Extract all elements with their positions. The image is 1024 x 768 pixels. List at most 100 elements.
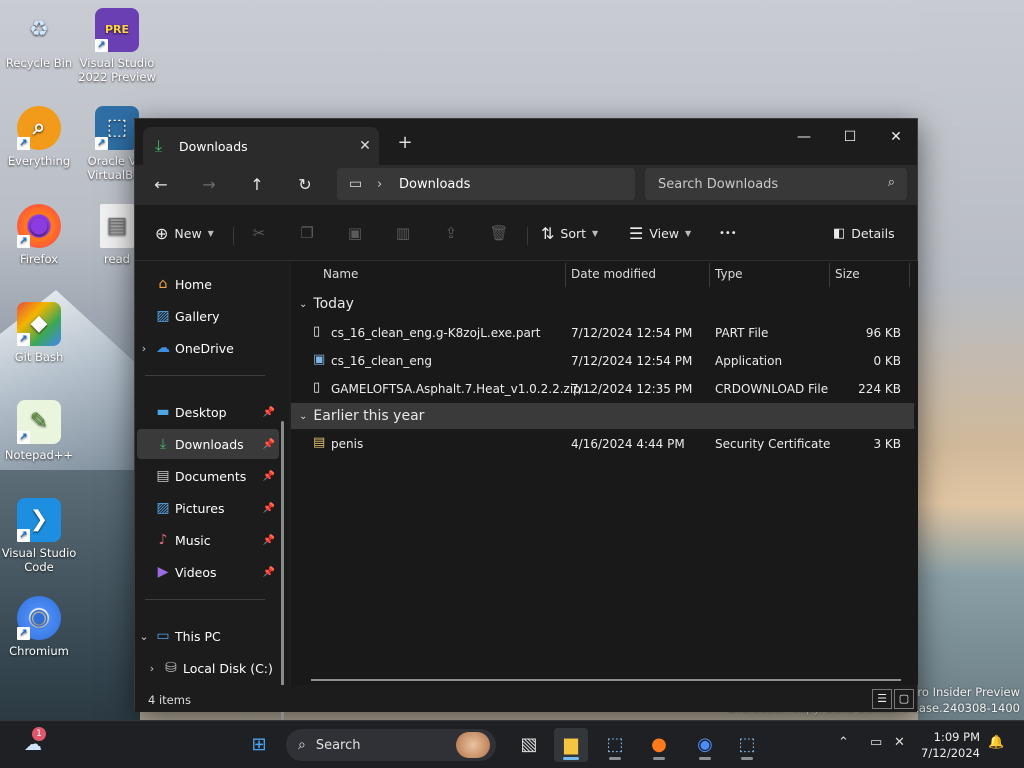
minimize-button[interactable]: — bbox=[781, 123, 827, 151]
search-box[interactable]: ⌕ bbox=[645, 168, 907, 200]
details-view-button[interactable]: ☰ bbox=[872, 689, 892, 709]
sidebar-item-desktop[interactable]: ▬ Desktop 📌 bbox=[137, 397, 279, 427]
network-icon[interactable]: ▭ bbox=[870, 735, 882, 750]
desktop-icon-everything[interactable]: ⌕ ↗ Everything bbox=[0, 106, 78, 168]
sidebar-item-downloads[interactable]: ⤓ Downloads 📌 bbox=[137, 429, 279, 459]
close-window-button[interactable]: ✕ bbox=[873, 123, 919, 151]
taskbar-search[interactable]: ⌕ Search bbox=[286, 729, 496, 761]
file-row[interactable]: ▯ cs_16_clean_eng.g-K8zojL.exe.part 7/12… bbox=[291, 319, 914, 347]
vscode-icon: ❯ ↗ bbox=[17, 498, 61, 542]
desktop-icon-chromium[interactable]: ◉ ↗ Chromium bbox=[0, 596, 78, 658]
column-divider[interactable] bbox=[565, 263, 566, 287]
taskbar-virtualbox[interactable]: ⬚ bbox=[598, 728, 632, 762]
chevron-down-icon[interactable]: ⌄ bbox=[137, 630, 151, 643]
sidebar-item-onedrive[interactable]: › ☁ OneDrive bbox=[137, 333, 279, 363]
details-pane-icon: ◧ bbox=[833, 225, 846, 241]
pin-icon[interactable]: 📌 bbox=[263, 503, 275, 514]
pin-icon[interactable]: 📌 bbox=[263, 567, 275, 578]
more-options-button[interactable]: ••• bbox=[719, 219, 737, 247]
close-tab-button[interactable]: ✕ bbox=[351, 138, 379, 154]
file-row[interactable]: ▣ cs_16_clean_eng 7/12/2024 12:54 PM App… bbox=[291, 347, 914, 375]
breadcrumb-downloads[interactable]: Downloads bbox=[399, 177, 470, 192]
sidebar-item-videos[interactable]: ▶ Videos 📌 bbox=[137, 557, 279, 587]
everything-icon: ⌕ ↗ bbox=[17, 106, 61, 150]
forward-button[interactable]: → bbox=[193, 169, 225, 201]
column-date-modified[interactable]: Date modified bbox=[571, 267, 656, 281]
refresh-button[interactable]: ↻ bbox=[289, 169, 321, 201]
desktop-icon-visual-studio[interactable]: PRE ↗ Visual Studio 2022 Preview bbox=[78, 8, 156, 84]
column-divider[interactable] bbox=[909, 263, 910, 287]
title-bar[interactable]: ⤓ Downloads ✕ + — ☐ ✕ bbox=[135, 119, 917, 165]
videos-icon: ▶ bbox=[157, 564, 169, 580]
shortcut-arrow-icon: ↗ bbox=[17, 235, 30, 248]
new-tab-button[interactable]: + bbox=[393, 131, 417, 155]
sidebar-item-pictures[interactable]: ▨ Pictures 📌 bbox=[137, 493, 279, 523]
virtualbox-icon: ⬚ bbox=[606, 734, 624, 755]
up-button[interactable]: ↑ bbox=[241, 169, 273, 201]
sidebar-item-home[interactable]: ⌂ Home bbox=[137, 269, 279, 299]
view-button[interactable]: ☰ View ▼ bbox=[629, 219, 691, 247]
column-divider[interactable] bbox=[709, 263, 710, 287]
desktop-icon-firefox[interactable]: ● ↗ Firefox bbox=[0, 204, 78, 266]
taskbar-virtualbox-vm[interactable]: ⬚ bbox=[730, 728, 764, 762]
horizontal-scrollbar[interactable] bbox=[311, 679, 901, 681]
shortcut-arrow-icon: ↗ bbox=[17, 137, 30, 150]
column-type[interactable]: Type bbox=[715, 267, 743, 281]
start-button[interactable]: ⊞ bbox=[242, 728, 276, 762]
maximize-button[interactable]: ☐ bbox=[827, 123, 873, 151]
rename-button[interactable]: ▥ bbox=[389, 219, 417, 247]
volume-muted-icon[interactable]: ✕ bbox=[894, 735, 905, 750]
desktop-icon-recycle-bin[interactable]: ♻ Recycle Bin bbox=[0, 8, 78, 71]
column-name[interactable]: Name bbox=[323, 267, 358, 281]
chevron-right-icon: › bbox=[377, 176, 383, 192]
pin-icon[interactable]: 📌 bbox=[263, 471, 275, 482]
view-list-icon: ☰ bbox=[629, 223, 644, 243]
taskbar-chromium[interactable]: ◉ bbox=[688, 728, 722, 762]
shortcut-arrow-icon: ↗ bbox=[17, 333, 30, 346]
search-icon: ⌕ bbox=[887, 175, 895, 190]
text-file-icon: ▤ bbox=[100, 204, 134, 248]
sort-button[interactable]: ⇅ Sort ▼ bbox=[541, 219, 598, 247]
copy-button[interactable]: ❐ bbox=[293, 219, 321, 247]
share-button[interactable]: ⇪ bbox=[437, 219, 465, 247]
back-button[interactable]: ← bbox=[145, 169, 177, 201]
delete-button[interactable]: 🗑 bbox=[485, 219, 513, 247]
tiles-view-button[interactable]: ▢ bbox=[894, 689, 914, 709]
search-icon: ⌕ bbox=[298, 737, 306, 753]
sidebar-item-local-disk[interactable]: › ⛁ Local Disk (C:) bbox=[145, 653, 287, 683]
details-pane-button[interactable]: ◧ Details bbox=[833, 219, 895, 247]
desktop-icon-vscode[interactable]: ❯ ↗ Visual Studio Code bbox=[0, 498, 78, 574]
desktop-icon-git-bash[interactable]: ◆ ↗ Git Bash bbox=[0, 302, 78, 364]
show-hidden-icons-button[interactable]: ⌃ bbox=[838, 735, 849, 750]
group-header-today[interactable]: ⌄ Today bbox=[291, 291, 914, 317]
chevron-down-icon: ▼ bbox=[592, 228, 599, 238]
taskbar-firefox[interactable]: ● bbox=[642, 728, 676, 762]
search-input[interactable] bbox=[658, 176, 858, 192]
chevron-right-icon[interactable]: › bbox=[137, 342, 151, 355]
group-header-earlier-this-year[interactable]: ⌄ Earlier this year bbox=[291, 403, 914, 429]
tab-downloads[interactable]: ⤓ Downloads ✕ bbox=[143, 127, 379, 165]
new-button[interactable]: ⊕ New ▼ bbox=[155, 219, 214, 247]
column-divider[interactable] bbox=[829, 263, 830, 287]
sidebar-item-music[interactable]: ♪ Music 📌 bbox=[137, 525, 279, 555]
taskbar-file-explorer[interactable]: ▆ bbox=[554, 728, 588, 762]
sidebar-item-gallery[interactable]: ▨ Gallery bbox=[137, 301, 279, 331]
taskbar-clock[interactable]: 1:09 PM 7/12/2024 bbox=[921, 729, 980, 761]
pin-icon[interactable]: 📌 bbox=[263, 407, 275, 418]
sidebar-item-documents[interactable]: ▤ Documents 📌 bbox=[137, 461, 279, 491]
sidebar-item-this-pc[interactable]: ⌄ ▭ This PC bbox=[137, 621, 279, 651]
notepadpp-icon: ✎ ↗ bbox=[17, 400, 61, 444]
pin-icon[interactable]: 📌 bbox=[263, 439, 275, 450]
column-size[interactable]: Size bbox=[835, 267, 860, 281]
navigation-pane: ⌂ Home ▨ Gallery › ☁ OneDrive ▬ Desktop 📌… bbox=[135, 261, 289, 757]
task-view-button[interactable]: ▧ bbox=[512, 728, 546, 762]
address-bar[interactable]: ▭ › Downloads bbox=[337, 168, 635, 200]
file-row[interactable]: ▤ penis 4/16/2024 4:44 PM Security Certi… bbox=[291, 430, 914, 458]
file-row[interactable]: ▯ GAMELOFTSA.Asphalt.7.Heat_v1.0.2.2.zip… bbox=[291, 375, 914, 403]
desktop-icon-notepadpp[interactable]: ✎ ↗ Notepad++ bbox=[0, 400, 78, 462]
paste-button[interactable]: ▣ bbox=[341, 219, 369, 247]
chevron-right-icon[interactable]: › bbox=[145, 662, 159, 675]
pin-icon[interactable]: 📌 bbox=[263, 535, 275, 546]
cut-button[interactable]: ✂ bbox=[245, 219, 273, 247]
notification-bell-icon[interactable]: 🔔 bbox=[988, 735, 1004, 750]
